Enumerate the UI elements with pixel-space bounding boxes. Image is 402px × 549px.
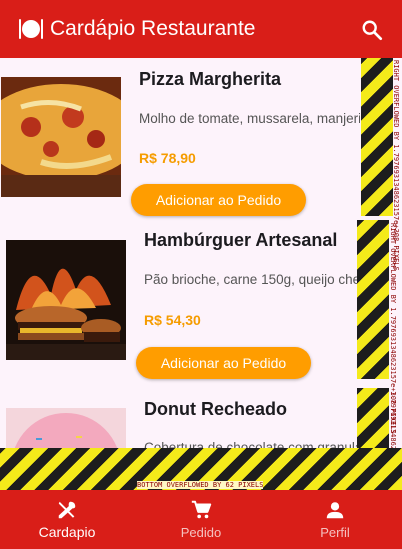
restaurant-icon (19, 19, 43, 39)
item-name: Donut Recheado (144, 399, 288, 419)
search-icon[interactable] (361, 19, 383, 41)
add-to-order-button[interactable]: Adicionar ao Pedido (131, 184, 306, 216)
app-bar: Cardápio Restaurante (0, 0, 402, 58)
overflow-indicator (361, 58, 393, 216)
item-name: Hambúrguer Artesanal (144, 230, 338, 250)
cart-icon (191, 500, 212, 519)
menu-item-card: Hambúrguer Artesanal Pão brioche, carne … (0, 220, 402, 386)
overflow-indicator (357, 220, 389, 379)
app-title: Cardápio Restaurante (50, 17, 256, 40)
nav-label: Cardapio (38, 524, 96, 540)
person-icon (326, 502, 344, 519)
menu-item-card: Pizza Margherita Molho de tomate, mussar… (0, 58, 402, 218)
burger-image (6, 240, 126, 360)
item-price: R$ 54,30 (144, 312, 201, 328)
fork-knife-icon (58, 501, 76, 519)
add-to-order-button[interactable]: Adicionar ao Pedido (136, 347, 311, 379)
item-description: Pão brioche, carne 150g, queijo cheddar (144, 272, 360, 287)
item-description: Molho de tomate, mussarela, manjericão (139, 111, 360, 126)
nav-perfil[interactable]: Perfil (268, 490, 402, 549)
app-screen: Cardápio Restaurante Pizza Margherita Mo… (0, 0, 402, 549)
nav-cardapio[interactable]: Cardapio (0, 490, 134, 549)
menu-list[interactable]: Pizza Margherita Molho de tomate, mussar… (0, 58, 402, 490)
item-price: R$ 78,90 (139, 150, 196, 166)
item-name: Pizza Margherita (139, 69, 282, 89)
nav-pedido[interactable]: Pedido (134, 490, 268, 549)
nav-label: Perfil (320, 525, 350, 540)
nav-label: Pedido (180, 525, 222, 540)
bottom-navigation: Cardapio Pedido Perfil (0, 490, 402, 549)
overflow-label: BOTTOM OVERFLOWED BY 62 PIXELS (137, 481, 264, 489)
pizza-image (1, 77, 121, 197)
